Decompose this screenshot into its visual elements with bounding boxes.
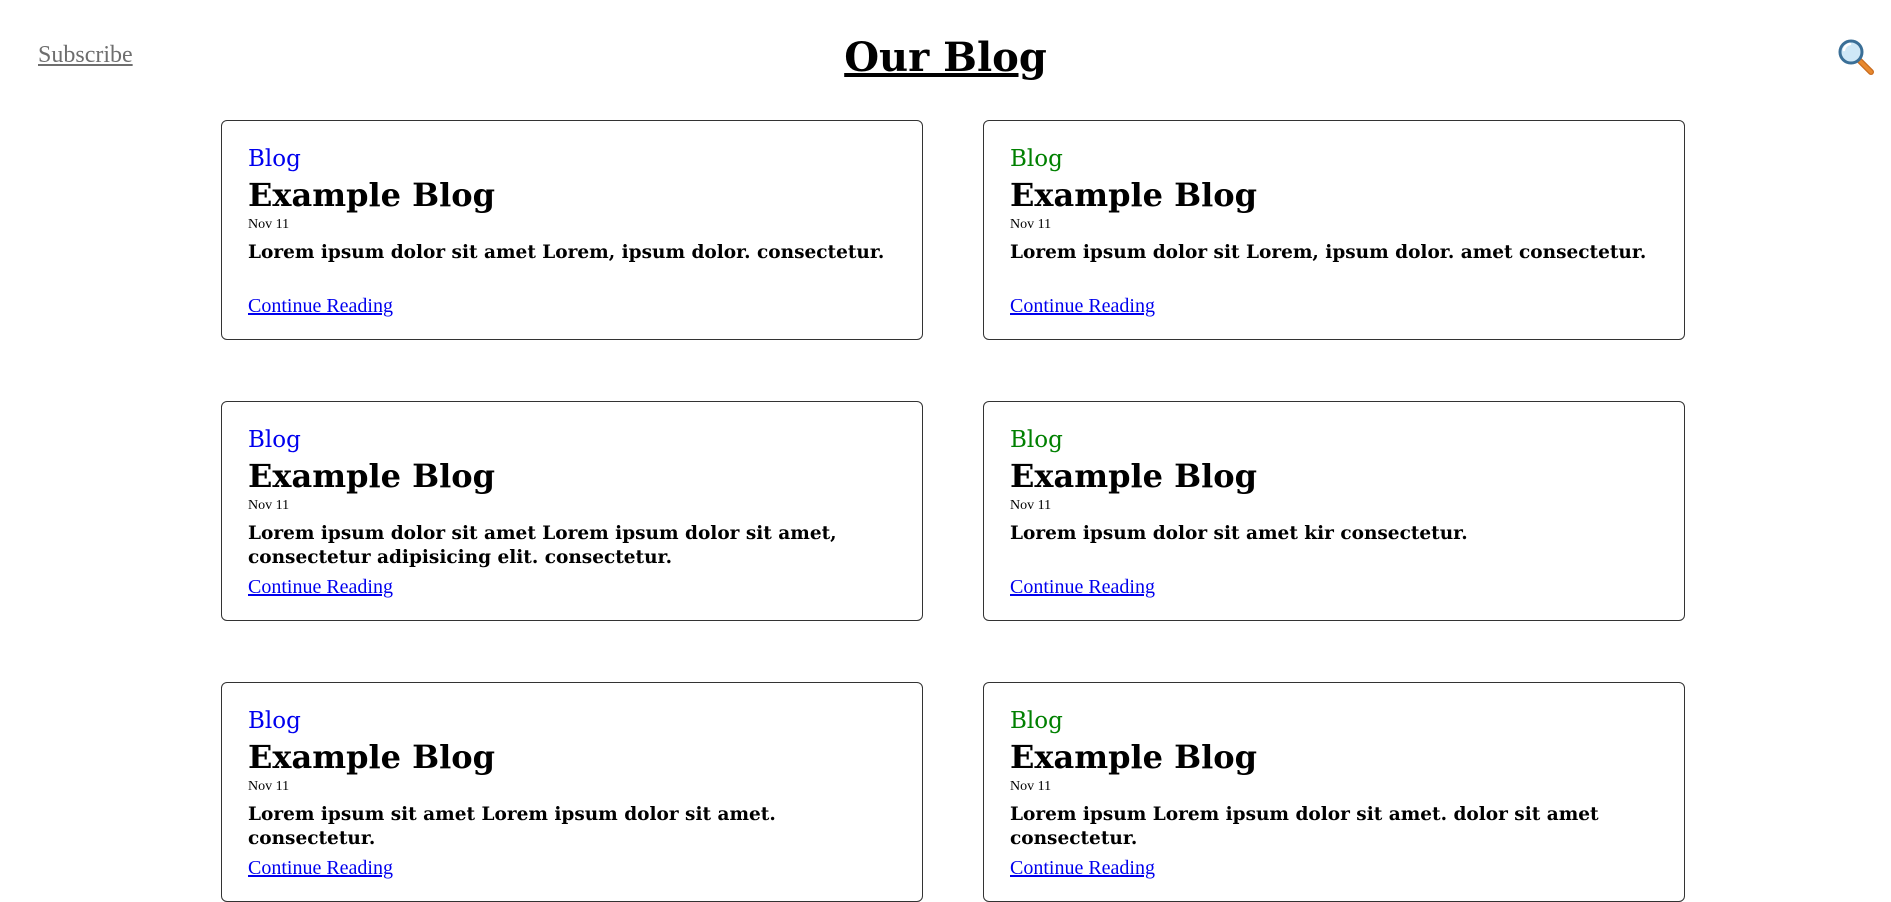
blog-card: Blog Example Blog Nov 11 Lorem ipsum sit… bbox=[221, 682, 923, 902]
post-excerpt: Lorem ipsum dolor sit amet Lorem, ipsum … bbox=[248, 242, 885, 263]
search-icon[interactable] bbox=[1837, 38, 1877, 78]
post-excerpt: Lorem ipsum sit amet Lorem ipsum dolor s… bbox=[248, 804, 776, 849]
post-date: Nov 11 bbox=[248, 498, 290, 513]
post-excerpt: Lorem ipsum dolor sit amet Lorem ipsum d… bbox=[248, 523, 837, 568]
post-title: Example Blog bbox=[1010, 457, 1258, 495]
post-category[interactable]: Blog bbox=[1010, 707, 1658, 735]
post-category[interactable]: Blog bbox=[248, 145, 896, 173]
blog-card: Blog Example Blog Nov 11 Lorem ipsum dol… bbox=[221, 401, 923, 621]
post-title: Example Blog bbox=[248, 738, 496, 776]
blog-card: Blog Example Blog Nov 11 Lorem ipsum dol… bbox=[983, 120, 1685, 340]
post-category[interactable]: Blog bbox=[1010, 426, 1658, 454]
post-title: Example Blog bbox=[248, 457, 496, 495]
continue-reading-link[interactable]: Continue Reading bbox=[248, 576, 393, 599]
post-date: Nov 11 bbox=[1010, 779, 1052, 794]
blog-card: Blog Example Blog Nov 11 Lorem ipsum Lor… bbox=[983, 682, 1685, 902]
blog-card: Blog Example Blog Nov 11 Lorem ipsum dol… bbox=[983, 401, 1685, 621]
post-excerpt: Lorem ipsum dolor sit Lorem, ipsum dolor… bbox=[1010, 242, 1647, 263]
post-title: Example Blog bbox=[1010, 176, 1258, 214]
post-title: Example Blog bbox=[248, 176, 496, 214]
page-title: Our Blog bbox=[844, 34, 1047, 81]
post-date: Nov 11 bbox=[1010, 217, 1052, 232]
continue-reading-link[interactable]: Continue Reading bbox=[248, 857, 393, 880]
blog-card: Blog Example Blog Nov 11 Lorem ipsum dol… bbox=[221, 120, 923, 340]
continue-reading-link[interactable]: Continue Reading bbox=[1010, 857, 1155, 880]
post-category[interactable]: Blog bbox=[248, 426, 896, 454]
continue-reading-link[interactable]: Continue Reading bbox=[1010, 576, 1155, 599]
blog-post-grid: Blog Example Blog Nov 11 Lorem ipsum dol… bbox=[221, 120, 1685, 902]
post-excerpt: Lorem ipsum Lorem ipsum dolor sit amet. … bbox=[1010, 804, 1599, 849]
continue-reading-link[interactable]: Continue Reading bbox=[248, 295, 393, 318]
post-category[interactable]: Blog bbox=[1010, 145, 1658, 173]
post-category[interactable]: Blog bbox=[248, 707, 896, 735]
continue-reading-link[interactable]: Continue Reading bbox=[1010, 295, 1155, 318]
site-header: Subscribe Our Blog bbox=[0, 0, 1891, 110]
post-excerpt: Lorem ipsum dolor sit amet kir consectet… bbox=[1010, 523, 1468, 544]
post-date: Nov 11 bbox=[248, 779, 290, 794]
post-title: Example Blog bbox=[1010, 738, 1258, 776]
post-date: Nov 11 bbox=[1010, 498, 1052, 513]
post-date: Nov 11 bbox=[248, 217, 290, 232]
